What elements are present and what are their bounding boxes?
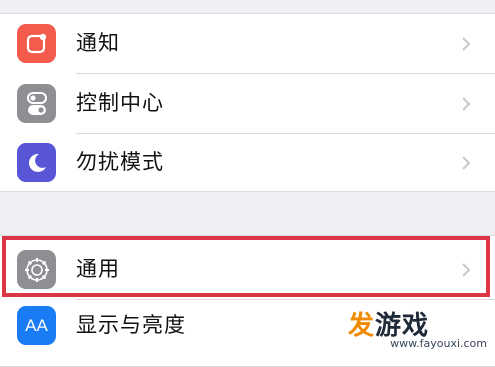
top-spacer <box>0 0 495 13</box>
settings-row-label: 通用 <box>76 257 120 281</box>
settings-row-notifications[interactable]: 通知 <box>0 14 495 73</box>
settings-group-notifications: 通知 控制中心 勿扰模式 <box>0 13 495 192</box>
chevron-right-icon <box>462 97 471 111</box>
control-center-icon <box>17 84 56 123</box>
settings-row-general[interactable]: 通用 <box>0 240 495 299</box>
site-watermark: 发游戏 www.fayouxi.com <box>337 305 487 351</box>
watermark-url: www.fayouxi.com <box>390 337 487 350</box>
gear-icon <box>17 250 56 289</box>
display-icon-text: AA <box>25 315 48 335</box>
settings-row-label: 通知 <box>76 31 120 55</box>
settings-row-do-not-disturb[interactable]: 勿扰模式 <box>0 133 495 192</box>
settings-row-label: 显示与亮度 <box>76 313 186 337</box>
notifications-icon <box>17 24 56 63</box>
settings-row-label: 控制中心 <box>76 91 164 115</box>
chevron-right-icon <box>462 37 471 51</box>
watermark-brand-accent: 发 <box>347 311 375 341</box>
display-icon: AA <box>17 306 56 345</box>
settings-row-label: 勿扰模式 <box>76 150 164 174</box>
chevron-right-icon <box>462 263 471 277</box>
chevron-right-icon <box>462 156 471 170</box>
moon-icon <box>17 143 56 182</box>
settings-row-control-center[interactable]: 控制中心 <box>0 74 495 133</box>
